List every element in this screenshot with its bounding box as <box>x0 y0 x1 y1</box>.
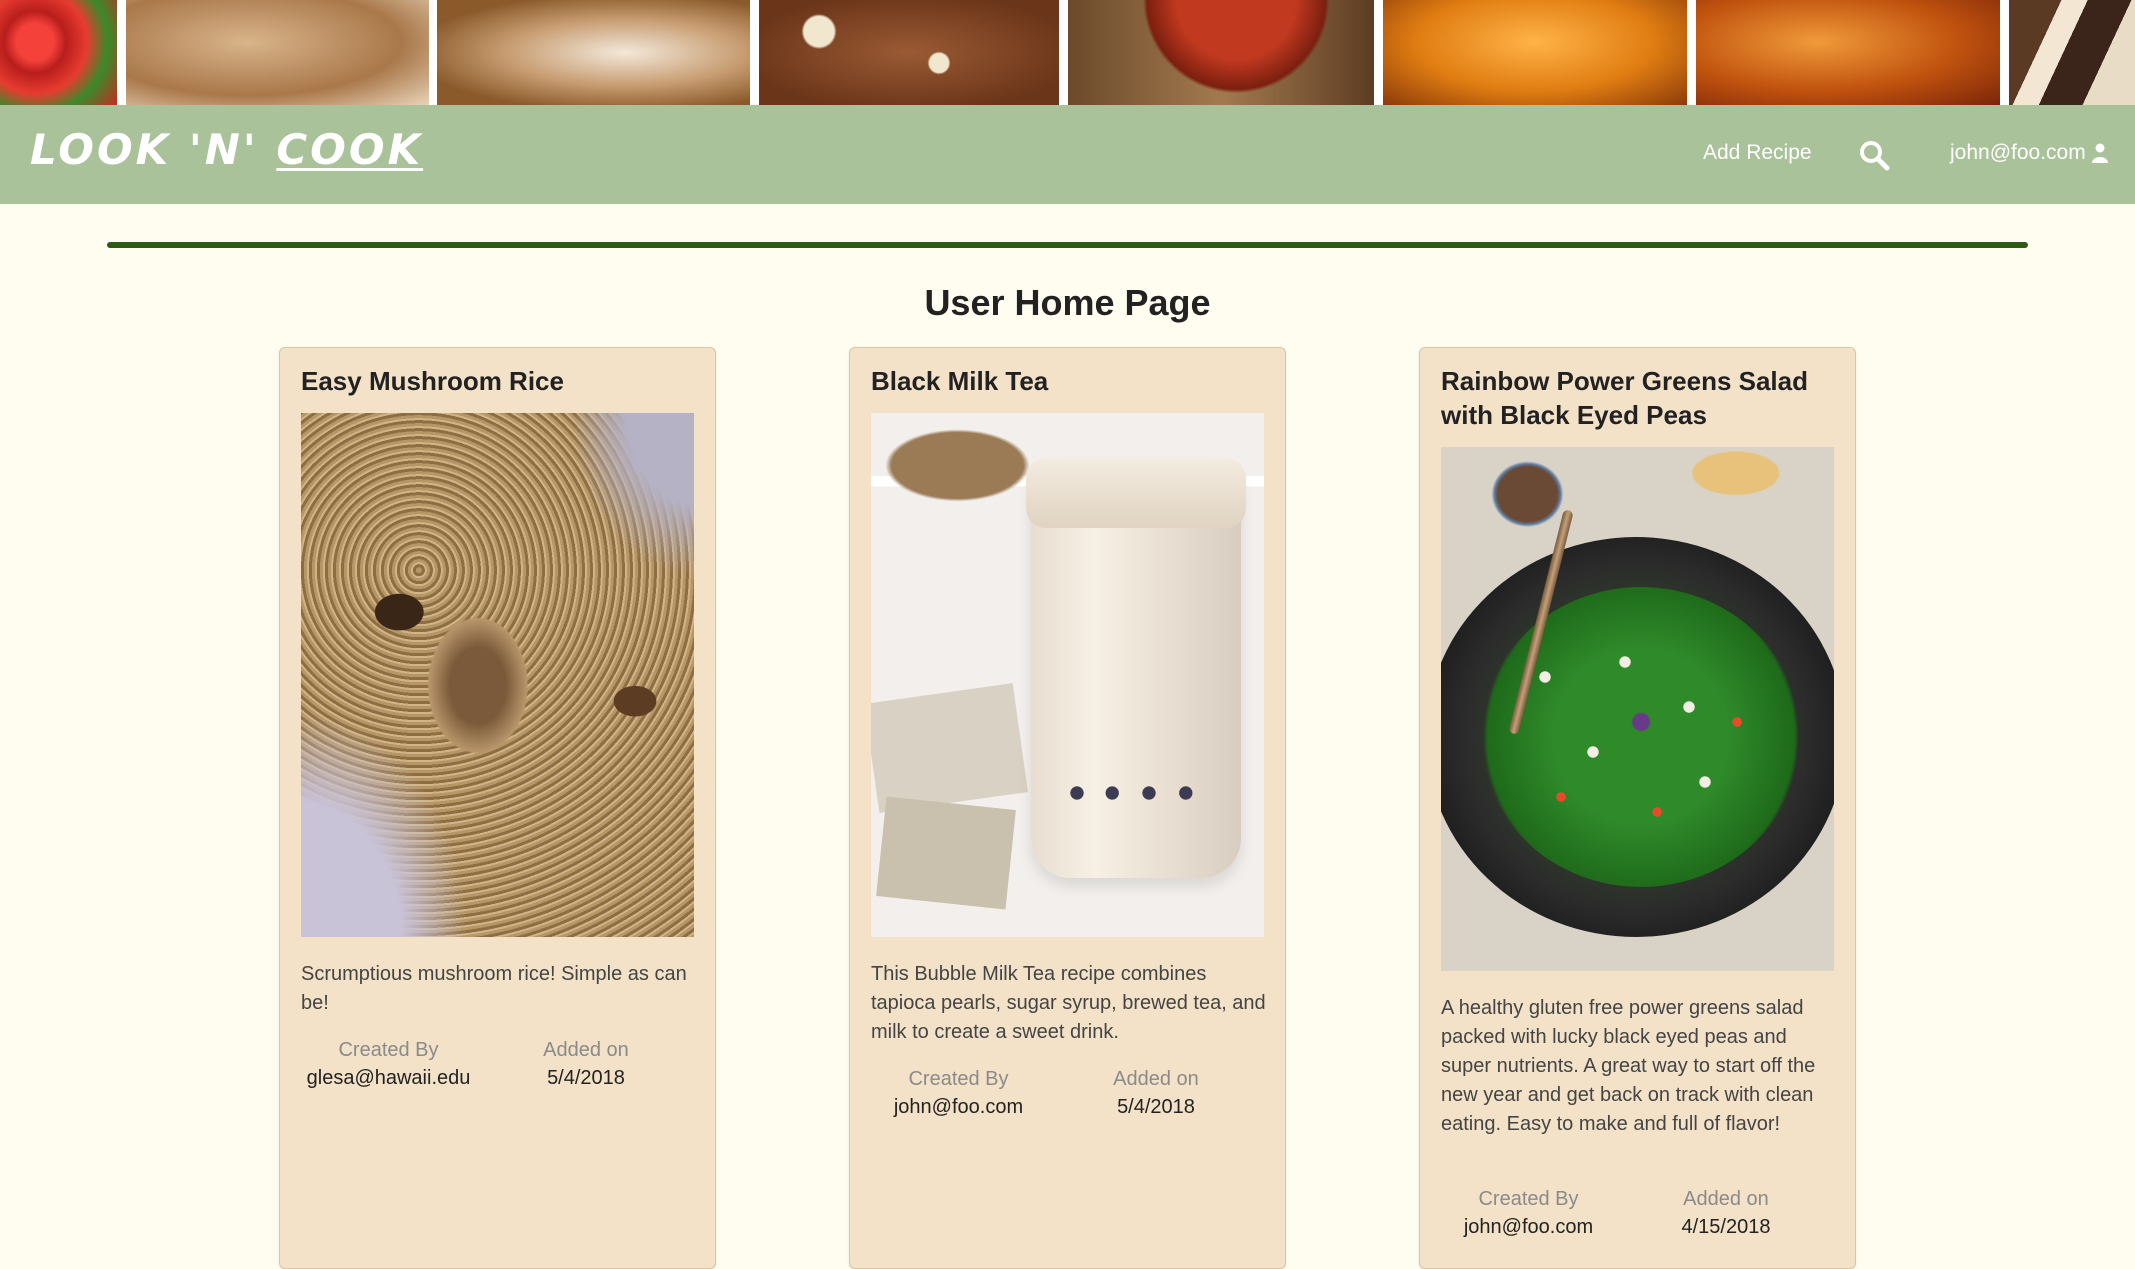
added-on: Added on 5/4/2018 <box>1096 1065 1216 1121</box>
added-on: Added on 4/15/2018 <box>1666 1185 1786 1241</box>
recipe-image-mushroom-rice[interactable] <box>301 413 694 937</box>
user-menu[interactable]: john@foo.com <box>1950 141 2108 165</box>
created-by: Created By john@foo.com <box>1441 1185 1616 1241</box>
tapioca-pearls-shape <box>1061 783 1221 803</box>
banner-image-chocolate <box>2009 0 2135 105</box>
logo-cook: COOK <box>276 125 424 174</box>
recipe-card[interactable]: Easy Mushroom Rice Scrumptious mushroom … <box>279 347 716 1269</box>
section-divider <box>107 242 2028 248</box>
user-icon <box>2091 143 2108 163</box>
banner-image-strawberries <box>0 0 117 105</box>
created-by-value: john@foo.com <box>1463 1216 1594 1238</box>
recipe-description: Scrumptious mushroom rice! Simple as can… <box>301 963 687 1014</box>
added-on-value: 5/4/2018 <box>547 1067 625 1089</box>
recipe-description: A healthy gluten free power greens salad… <box>1441 997 1816 1135</box>
recipe-title[interactable]: Easy Mushroom Rice <box>301 364 701 398</box>
added-on-label: Added on <box>543 1039 629 1061</box>
added-on-value: 5/4/2018 <box>1117 1096 1195 1118</box>
banner-image-curry <box>1696 0 2000 105</box>
banner-image-peaches <box>1383 0 1687 105</box>
search-icon[interactable] <box>1858 139 1890 171</box>
banner-image-noodles <box>437 0 750 105</box>
added-on: Added on 5/4/2018 <box>526 1036 646 1092</box>
page-title: User Home Page <box>924 282 1211 323</box>
salad-shape <box>1481 587 1801 887</box>
added-on-value: 4/15/2018 <box>1681 1216 1771 1238</box>
logo-n: 'N' <box>188 125 277 174</box>
logo-look: LOOK <box>30 125 189 174</box>
recipe-title[interactable]: Rainbow Power Greens Salad with Black Ey… <box>1441 364 1841 432</box>
recipe-image-milk-tea[interactable] <box>871 413 1264 937</box>
navbar: LOOK 'N' COOK Add Recipe john@foo.com <box>0 105 2135 204</box>
teabag-shape <box>876 796 1016 910</box>
added-on-label: Added on <box>1683 1188 1769 1210</box>
created-by-value: john@foo.com <box>893 1096 1024 1118</box>
recipe-description: This Bubble Milk Tea recipe combines tap… <box>871 963 1266 1043</box>
added-on-label: Added on <box>1113 1068 1199 1090</box>
recipe-title[interactable]: Black Milk Tea <box>871 364 1271 398</box>
created-by-label: Created By <box>1478 1188 1579 1210</box>
add-recipe-link[interactable]: Add Recipe <box>1703 141 1812 165</box>
created-by-value: glesa@hawaii.edu <box>306 1067 471 1089</box>
recipe-card[interactable]: Black Milk Tea This Bubble Milk Tea reci… <box>849 347 1286 1269</box>
food-banner <box>0 0 2135 105</box>
teabag-shape <box>871 683 1028 813</box>
banner-image-granola <box>759 0 1059 105</box>
created-by: Created By john@foo.com <box>871 1065 1046 1121</box>
recipe-image-greens-salad[interactable] <box>1441 447 1834 971</box>
jar-shape <box>1026 458 1246 878</box>
banner-image-fried-food <box>126 0 429 105</box>
recipe-card[interactable]: Rainbow Power Greens Salad with Black Ey… <box>1419 347 1856 1269</box>
user-email: john@foo.com <box>1950 141 2086 164</box>
created-by-label: Created By <box>338 1039 439 1061</box>
created-by: Created By glesa@hawaii.edu <box>301 1036 476 1092</box>
site-logo[interactable]: LOOK 'N' COOK <box>30 125 423 174</box>
banner-image-apple <box>1068 0 1374 105</box>
created-by-label: Created By <box>908 1068 1009 1090</box>
